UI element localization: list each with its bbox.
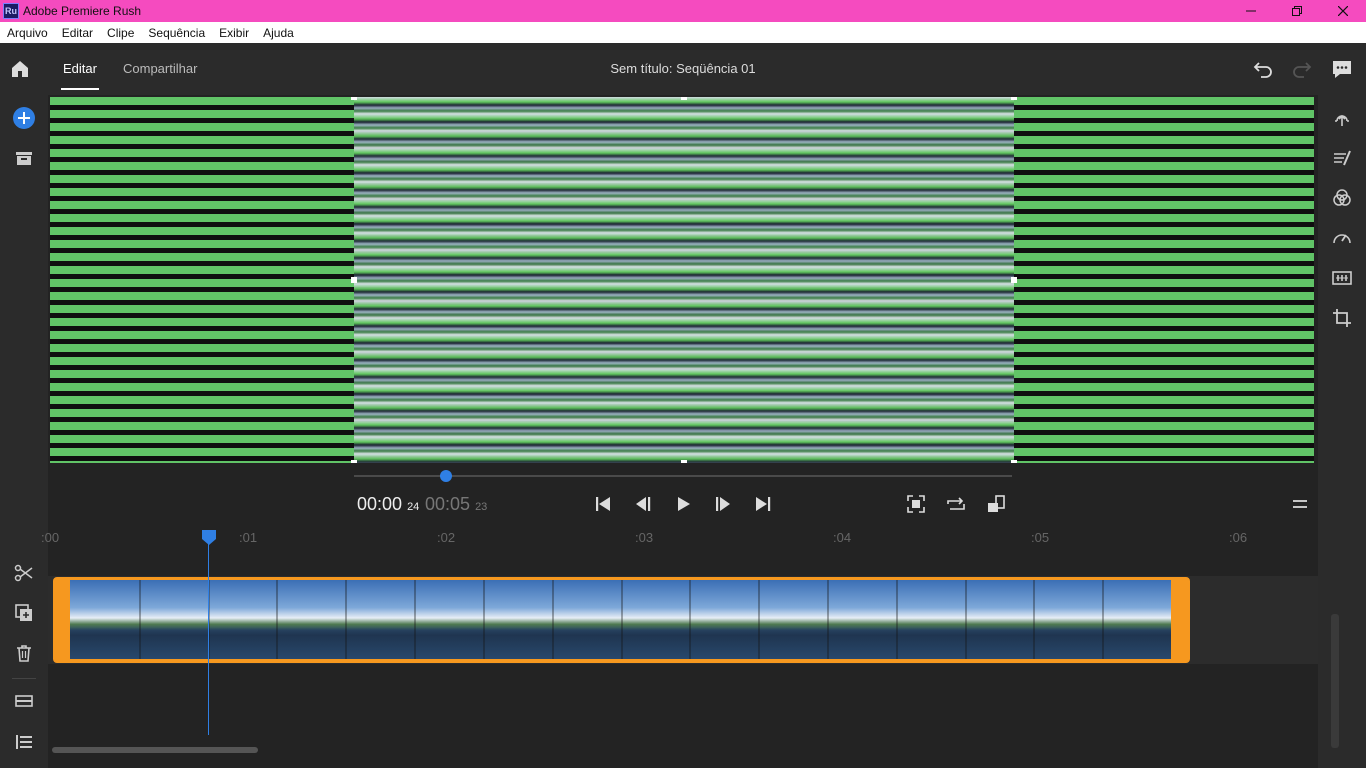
preview-scrubber-track[interactable] [354, 475, 1012, 477]
menu-exibir[interactable]: Exibir [212, 26, 256, 40]
window-title: Adobe Premiere Rush [23, 4, 142, 18]
trash-icon[interactable] [12, 641, 36, 665]
transitions-icon[interactable] [1330, 146, 1354, 170]
thumbnail-divider [482, 580, 485, 659]
title-bar: Ru Adobe Premiere Rush [0, 0, 1366, 22]
menu-editar[interactable]: Editar [55, 26, 100, 40]
timeline-vertical-scrollbar[interactable] [1331, 614, 1339, 748]
right-toolbar [1318, 95, 1366, 768]
frame-handle[interactable] [1011, 460, 1017, 463]
project-bin-icon[interactable] [12, 146, 36, 170]
aspect-ratio-icon[interactable] [984, 492, 1008, 516]
duplicate-icon[interactable] [12, 601, 36, 625]
track-list-icon[interactable] [12, 730, 36, 754]
audio-icon[interactable] [1330, 266, 1354, 290]
fit-frame-icon[interactable] [904, 492, 928, 516]
preview-scrubber-handle[interactable] [440, 470, 453, 482]
thumbnail-divider [276, 580, 279, 659]
ruler-label: :02 [437, 530, 456, 545]
frame-handle[interactable] [351, 460, 357, 463]
app-logo-icon: Ru [3, 3, 19, 19]
left-toolbar [0, 95, 48, 768]
close-icon [1338, 6, 1348, 16]
thumbnail-divider [414, 580, 417, 659]
thumbnail-divider [689, 580, 692, 659]
ruler-label: :03 [635, 530, 654, 545]
sequence-title: Sem título: Seqüência 01 [610, 61, 756, 76]
menu-clipe[interactable]: Clipe [100, 26, 141, 40]
thumbnail-divider [345, 580, 348, 659]
video-preview[interactable] [50, 97, 1314, 463]
color-icon[interactable] [1330, 186, 1354, 210]
hamburger-icon[interactable] [1288, 492, 1312, 516]
ruler-label: :00 [41, 530, 60, 545]
redo-icon[interactable] [1290, 57, 1314, 81]
titles-icon[interactable] [1330, 106, 1354, 130]
ruler-label: :01 [239, 530, 258, 545]
minimize-button[interactable] [1228, 0, 1274, 22]
duration-timecode: 00:05 23 [425, 494, 488, 514]
video-clip[interactable] [53, 577, 1190, 663]
timeline-horizontal-scrollbar[interactable] [52, 747, 258, 753]
frame-handle[interactable] [681, 97, 687, 100]
comments-icon[interactable] [1330, 57, 1354, 81]
thumbnail-divider [551, 580, 554, 659]
frame-handle[interactable] [681, 460, 687, 463]
frame-handle[interactable] [351, 277, 357, 283]
step-forward-icon[interactable] [711, 492, 735, 516]
app-header: Editar Compartilhar Sem título: Seqüênci… [0, 43, 1366, 95]
restore-button[interactable] [1274, 0, 1320, 22]
ruler-label: :04 [833, 530, 852, 545]
play-icon[interactable] [671, 492, 695, 516]
current-frames: 24 [407, 501, 420, 513]
current-timecode: 00:00 24 [357, 494, 420, 514]
loop-icon[interactable] [944, 492, 968, 516]
minimize-icon [1246, 10, 1256, 12]
menu-bar: Arquivo Editar Clipe Sequência Exibir Aj… [0, 22, 1366, 43]
skip-to-start-icon[interactable] [591, 492, 615, 516]
thumbnail-divider [1033, 580, 1036, 659]
duration-frames: 23 [475, 501, 488, 513]
add-media-icon[interactable] [12, 106, 36, 130]
skip-to-end-icon[interactable] [751, 492, 775, 516]
thumbnail-divider [138, 580, 141, 659]
undo-icon[interactable] [1251, 57, 1275, 81]
thumbnail-divider [826, 580, 829, 659]
step-back-icon[interactable] [631, 492, 655, 516]
timeline-ruler[interactable]: :00 :01 :02 :03 :04 :05 :06 [41, 527, 1318, 549]
menu-arquivo[interactable]: Arquivo [0, 26, 55, 40]
speed-icon[interactable] [1330, 226, 1354, 250]
transform-icon[interactable] [1330, 306, 1354, 330]
playhead-handle[interactable] [201, 529, 217, 545]
scissors-icon[interactable] [12, 561, 36, 585]
frame-handle[interactable] [351, 97, 357, 100]
thumbnail-divider [758, 580, 761, 659]
ruler-label: :05 [1031, 530, 1050, 545]
thumbnail-divider [1102, 580, 1105, 659]
frame-handle[interactable] [1011, 277, 1017, 283]
ruler-label: :06 [1229, 530, 1248, 545]
toolbar-divider [12, 678, 36, 679]
menu-ajuda[interactable]: Ajuda [256, 26, 301, 40]
restore-icon [1292, 6, 1302, 16]
video-frame [354, 97, 1014, 463]
track-controls-icon[interactable] [12, 689, 36, 713]
menu-sequencia[interactable]: Sequência [141, 26, 212, 40]
thumbnail-divider [895, 580, 898, 659]
close-button[interactable] [1320, 0, 1366, 22]
thumbnail-divider [964, 580, 967, 659]
playhead-line [208, 543, 209, 735]
frame-handle[interactable] [1011, 97, 1017, 100]
thumbnail-divider [620, 580, 623, 659]
